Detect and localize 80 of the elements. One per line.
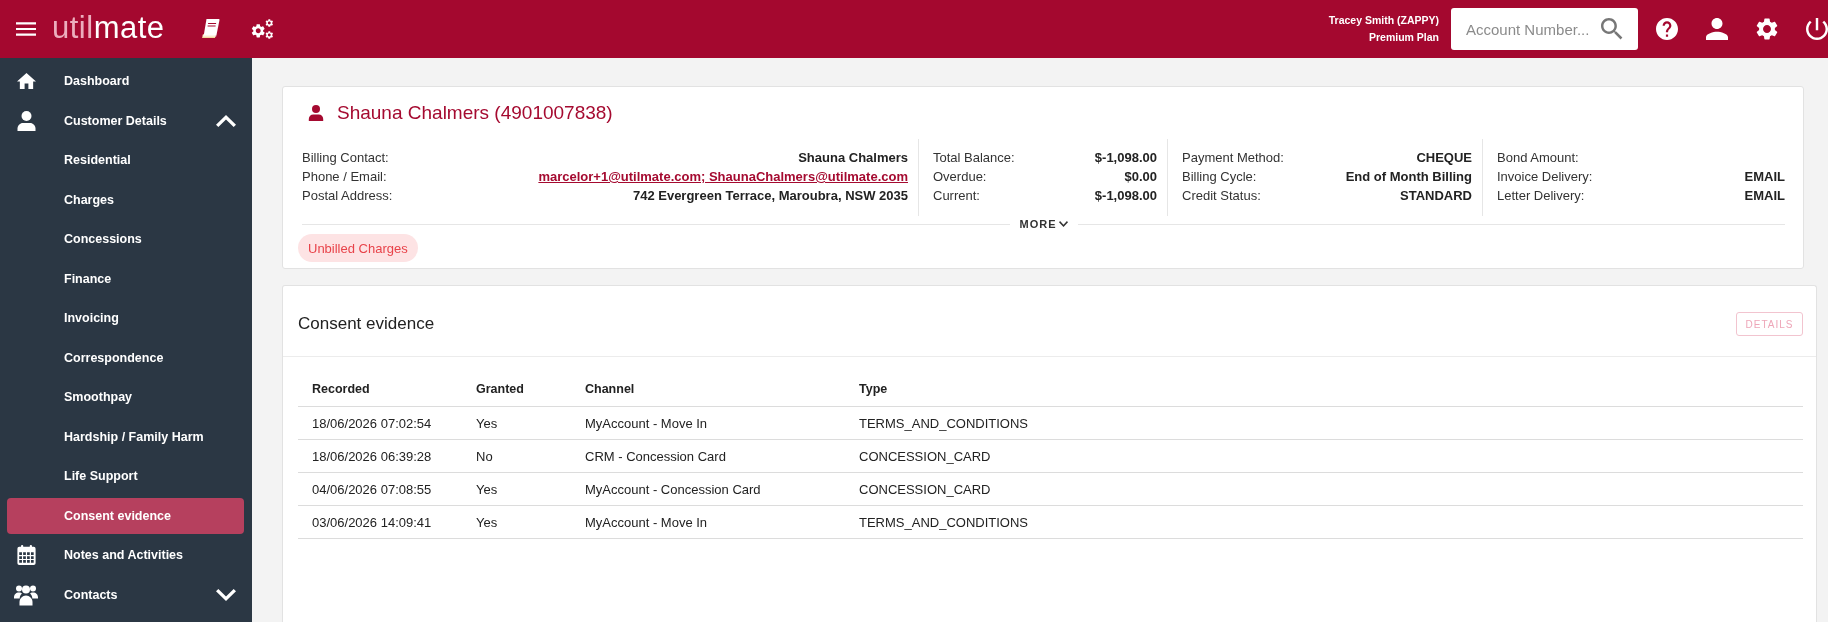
sidebar-item[interactable]: Concessions [7,221,244,257]
table-cell: TERMS_AND_CONDITIONS [845,406,1803,440]
field-label: Current: [933,187,980,205]
field-value: EMAIL [1744,168,1785,186]
sidebar-item[interactable]: Smoothpay [7,379,244,415]
book-icon[interactable] [200,19,220,39]
search-icon[interactable] [1601,18,1623,40]
field-label: Billing Contact: [302,149,389,167]
table-cell: CONCESSION_CARD [845,439,1803,473]
table-cell: Yes [462,406,571,440]
table-cell: 03/06/2026 14:09:41 [298,505,462,539]
email-link[interactable]: marcelor+1@utilmate.com; ShaunaChalmers@utilmate.com [538,167,908,186]
column-header: Recorded [298,372,462,407]
field-label: Bond Amount: [1497,149,1579,167]
column-header: Type [845,372,1803,407]
sidebar-item[interactable]: Life Support [7,458,244,494]
table-cell: MyAccount - Move In [571,406,845,440]
table-cell: Yes [462,505,571,539]
field-value: Shauna Chalmers [798,149,908,167]
column-header: Channel [571,372,845,407]
more-button[interactable]: MORE [1009,216,1078,232]
sidebar-item[interactable]: Contacts [7,576,244,613]
gears-icon[interactable] [249,18,274,40]
field-value: $-1,098.00 [1094,187,1157,205]
calendar-icon [16,545,36,565]
field-value: CHEQUE [1416,149,1472,167]
table-cell: CRM - Concession Card [571,439,845,473]
field-label: Invoice Delivery: [1497,168,1593,186]
field-label: Overdue: [933,168,987,186]
logo: utilmate [52,11,165,47]
user-icon[interactable] [1706,18,1728,40]
sidebar-item[interactable]: Correspondence [7,339,244,376]
people-icon [14,583,38,606]
column-header: Granted [462,372,571,407]
sidebar-item[interactable]: Consent evidence [7,497,244,534]
chevron-up-icon[interactable] [216,114,236,127]
field-label: Total Balance: [933,149,1015,167]
field-value: EMAIL [1744,187,1785,205]
sidebar-item[interactable]: Customer Details [7,102,244,139]
field-value: $-1,098.00 [1094,149,1157,167]
chevron-down-icon[interactable] [216,588,236,601]
sidebar-item[interactable]: Residential [7,142,244,178]
table-cell: 18/06/2026 07:02:54 [298,406,462,440]
user-name: Tracey Smith (ZAPPY) [1328,13,1439,28]
sidebar-item[interactable]: Dashboard [7,63,244,99]
sidebar-item[interactable]: Notes and Activities [7,537,244,573]
field-label: Postal Address: [302,187,393,205]
table-cell: 04/06/2026 07:08:55 [298,472,462,506]
field-value: STANDARD [1400,187,1472,205]
sidebar-item[interactable]: Hardship / Family Harm [7,418,244,455]
sidebar-item[interactable]: Invoicing [7,300,244,336]
field-value: End of Month Billing [1345,168,1472,186]
sidebar-item[interactable]: Finance [7,260,244,297]
table-cell: MyAccount - Move In [571,505,845,539]
settings-icon[interactable] [1756,18,1778,40]
search-field[interactable]: Account Number... [1451,8,1638,50]
person-icon [308,104,324,121]
table-cell: 18/06/2026 06:39:28 [298,439,462,473]
table-cell: No [462,439,571,473]
field-value: 742 Evergreen Terrace, Maroubra, NSW 2035 [632,187,908,205]
field-value: $0.00 [1124,168,1157,186]
help-icon[interactable] [1656,18,1678,40]
customer-name: Shauna Chalmers (4901007838) [337,101,613,124]
chevron-down-icon [1058,221,1068,227]
field-label: Phone / Email: [302,168,387,186]
field-label: Credit Status: [1182,187,1261,205]
person-icon [16,110,36,131]
power-icon[interactable] [1806,18,1828,40]
field-label: Letter Delivery: [1497,187,1585,205]
plan-name: Premium Plan [1368,30,1439,45]
table-cell: TERMS_AND_CONDITIONS [845,505,1803,539]
table-cell: MyAccount - Concession Card [571,472,845,506]
section-title: Consent evidence [298,314,435,334]
field-label: Billing Cycle: [1182,168,1257,186]
sidebar-item[interactable]: Charges [7,181,244,218]
table-cell: CONCESSION_CARD [845,472,1803,506]
menu-icon[interactable] [16,19,36,39]
home-icon [16,71,36,91]
table-cell: Yes [462,472,571,506]
field-label: Payment Method: [1182,149,1284,167]
